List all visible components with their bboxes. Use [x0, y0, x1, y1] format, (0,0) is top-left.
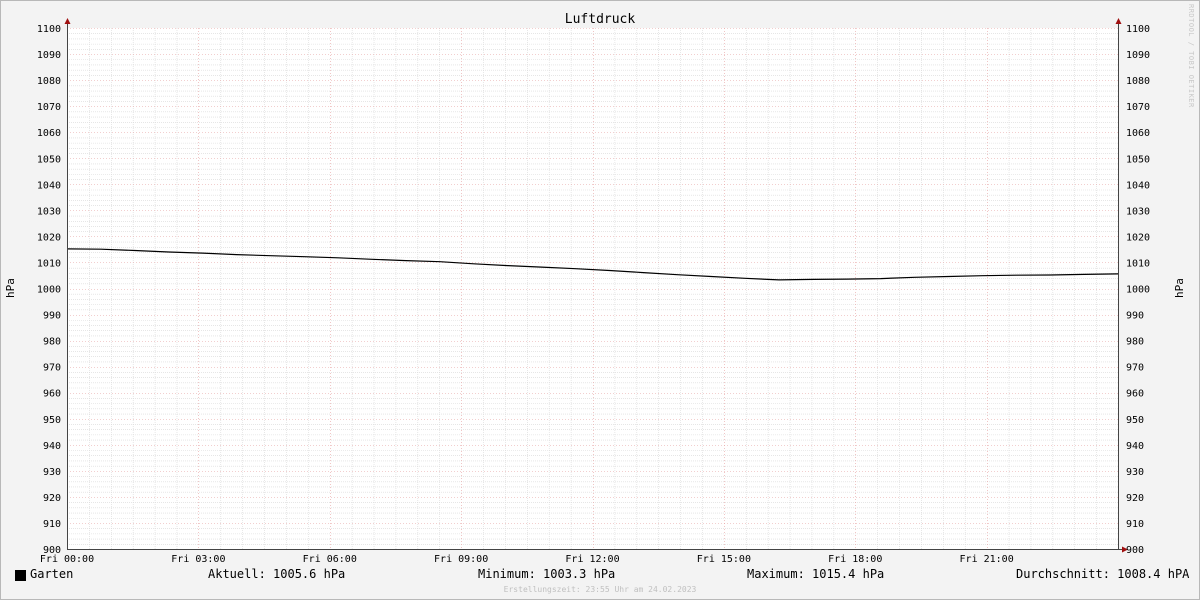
y-tick-label-right: 1080	[1126, 76, 1150, 87]
plot-area	[67, 28, 1118, 549]
pressure-chart: 900 910 920 930 940 950 960 970 980 990 1000 1010 10…	[4, 12, 1186, 565]
y-tick-label-right: 1000	[1126, 285, 1150, 296]
y-tick-label-right: 930	[1126, 467, 1144, 478]
legend-maximum: Maximum: 1015.4 hPa	[747, 567, 885, 581]
y-tick-label: 1030	[37, 206, 61, 217]
y-tick-label: 1070	[37, 102, 61, 113]
y-tick-label: 1060	[37, 128, 61, 139]
x-tick-labels: Fri 00:00 Fri 03:00 Fri 06:00 Fri 09:00 Fri …	[40, 554, 1014, 565]
y-tick-label: 1090	[37, 50, 61, 61]
y-tick-label: 950	[43, 415, 61, 426]
y-axis-arrow-left	[64, 18, 71, 24]
y-tick-label: 1040	[37, 180, 61, 191]
y-tick-label-right: 1050	[1126, 154, 1150, 165]
x-tick-label: Fri 03:00	[171, 554, 225, 565]
y-tick-label-right: 1060	[1126, 128, 1150, 139]
y-axis-label-right: hPa	[1173, 278, 1186, 298]
y-tick-label-right: 900	[1126, 545, 1144, 556]
y-tick-label: 1080	[37, 76, 61, 87]
y-tick-label-right: 1010	[1126, 258, 1150, 269]
y-tick-label: 1000	[37, 285, 61, 296]
x-tick-label: Fri 09:00	[434, 554, 488, 565]
y-tick-label: 960	[43, 389, 61, 400]
rrdtool-watermark: RRDTOOL / TOBI OETIKER	[1187, 4, 1195, 108]
y-tick-label-right: 1030	[1126, 206, 1150, 217]
y-tick-label-right: 1020	[1126, 232, 1150, 243]
y-axis-arrow-right	[1115, 18, 1122, 24]
y-tick-label: 940	[43, 441, 61, 452]
creation-time: Erstellungszeit: 23:55 Uhr am 24.02.2023	[503, 585, 697, 594]
y-axis-label-left: hPa	[4, 278, 17, 298]
chart-title: Luftdruck	[565, 12, 636, 27]
y-tick-label-right: 960	[1126, 389, 1144, 400]
legend-current: Aktuell: 1005.6 hPa	[208, 567, 346, 581]
y-tick-label-right: 920	[1126, 493, 1144, 504]
y-tick-label: 1010	[37, 258, 61, 269]
y-tick-label: 920	[43, 493, 61, 504]
y-tick-label: 1020	[37, 232, 61, 243]
x-tick-label: Fri 21:00	[960, 554, 1014, 565]
x-tick-label: Fri 18:00	[828, 554, 882, 565]
y-tick-label: 990	[43, 311, 61, 322]
legend-series-name: Garten	[30, 567, 74, 581]
y-tick-label-right: 910	[1126, 519, 1144, 530]
legend-average: Durchschnitt: 1008.4 hPA	[1016, 567, 1190, 581]
y-tick-label-right: 980	[1126, 337, 1144, 348]
y-tick-label: 1100	[37, 24, 61, 35]
y-tick-label-right: 1100	[1126, 24, 1150, 35]
y-tick-label: 970	[43, 363, 61, 374]
y-tick-label-right: 990	[1126, 311, 1144, 322]
y-tick-label: 980	[43, 337, 61, 348]
y-tick-label-right: 1040	[1126, 180, 1150, 191]
y-tick-label: 1050	[37, 154, 61, 165]
x-tick-label: Fri 15:00	[697, 554, 751, 565]
y-tick-labels-left: 9009109209309409509609709809901000101010…	[37, 24, 61, 556]
y-tick-label-right: 1070	[1126, 102, 1150, 113]
legend-minimum: Minimum: 1003.3 hPa	[478, 567, 616, 581]
x-tick-label: Fri 06:00	[303, 554, 357, 565]
y-tick-label-right: 970	[1126, 363, 1144, 374]
y-tick-label-right: 1090	[1126, 50, 1150, 61]
legend-swatch	[15, 570, 26, 581]
x-tick-label: Fri 12:00	[565, 554, 619, 565]
y-tick-labels-right: 900 910 920 930 940 950 960 970 980 990 1000 1010 10…	[1126, 24, 1150, 556]
y-tick-label: 930	[43, 467, 61, 478]
y-tick-label: 910	[43, 519, 61, 530]
x-tick-label: Fri 00:00	[40, 554, 94, 565]
y-tick-label-right: 940	[1126, 441, 1144, 452]
y-tick-label-right: 950	[1126, 415, 1144, 426]
